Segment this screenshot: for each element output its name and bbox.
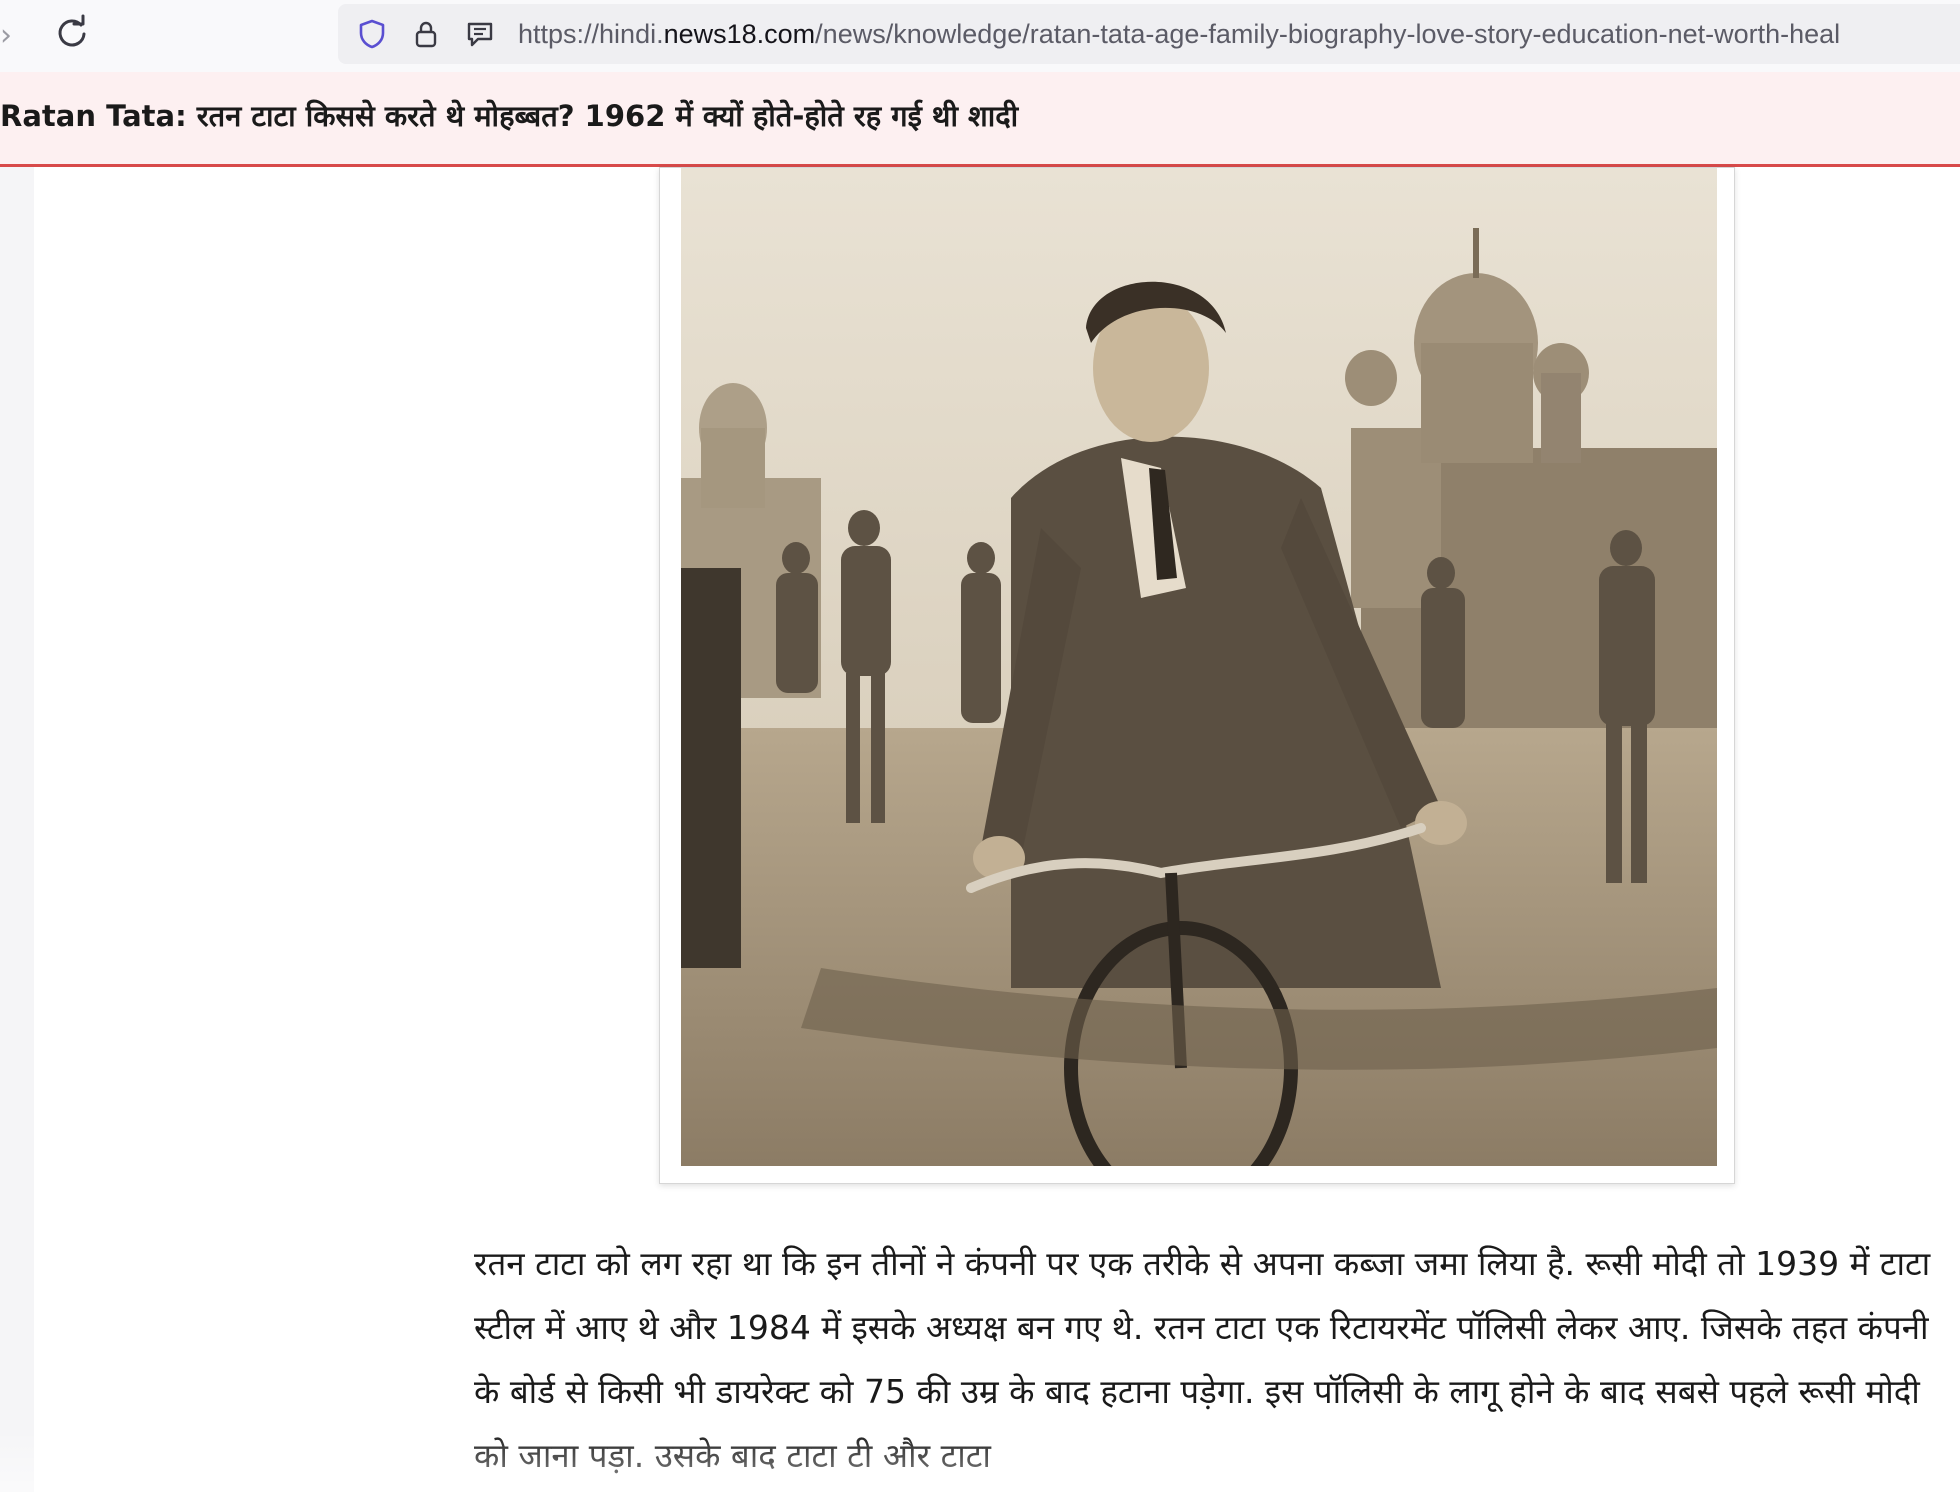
reload-icon[interactable] [52, 14, 92, 54]
url-path: /news/knowledge/ratan-tata-age-family-bi… [815, 19, 1841, 49]
article-image-card [659, 167, 1735, 1184]
url-text[interactable]: https://hindi.news18.com/news/knowledge/… [518, 14, 1960, 54]
article-paragraph: रतन टाटा को लग रहा था कि इन तीनों ने कंप… [474, 1244, 1931, 1475]
lock-icon[interactable] [410, 18, 442, 50]
url-host: news18.com [663, 19, 816, 49]
address-bar[interactable]: https://hindi.news18.com/news/knowledge/… [338, 4, 1960, 64]
article-headline[interactable]: Ratan Tata: रतन टाटा किससे करते थे मोहब्… [0, 94, 1018, 138]
url-prefix: https://hindi. [518, 19, 664, 49]
left-gutter [0, 167, 34, 1492]
reader-view-icon[interactable] [464, 18, 496, 50]
shield-icon[interactable] [356, 18, 388, 50]
young-man-on-bicycle-photo [681, 168, 1717, 1166]
forward-arrow-icon[interactable]: › [0, 18, 24, 54]
browser-toolbar: › https://hindi.news18.com/news/knowledg… [0, 0, 1960, 73]
sticky-headline-bar: Ratan Tata: रतन टाटा किससे करते थे मोहब्… [0, 72, 1960, 167]
article-body: रतन टाटा को लग रहा था कि इन तीनों ने कंप… [474, 1232, 1934, 1488]
